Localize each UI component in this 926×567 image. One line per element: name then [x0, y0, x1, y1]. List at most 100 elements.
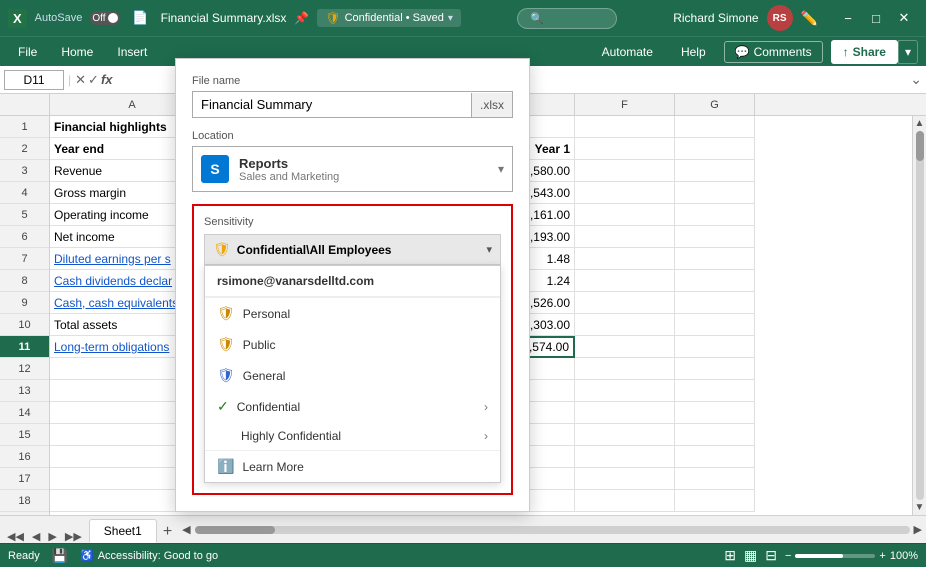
sheet-nav-prev[interactable]: ◀ — [29, 530, 43, 543]
row-num-7[interactable]: 7 — [0, 248, 49, 270]
formula-fx-icon[interactable]: fx — [101, 72, 113, 88]
row-num-3[interactable]: 3 — [0, 160, 49, 182]
cell-g10[interactable] — [675, 314, 755, 336]
cell-g15[interactable] — [675, 424, 755, 446]
row-num-6[interactable]: 6 — [0, 226, 49, 248]
zoom-slider[interactable] — [795, 554, 875, 558]
col-header-g[interactable]: G — [675, 94, 755, 116]
close-button[interactable]: ✕ — [890, 4, 918, 32]
row-num-9[interactable]: 9 — [0, 292, 49, 314]
cell-g6[interactable] — [675, 226, 755, 248]
cell-f5[interactable] — [575, 204, 675, 226]
cell-g11[interactable] — [675, 336, 755, 358]
cell-f13[interactable] — [575, 380, 675, 402]
menu-home[interactable]: Home — [51, 42, 103, 62]
edit-icon[interactable]: ✏️ — [801, 10, 818, 27]
sensitivity-option-highly-confidential[interactable]: Highly Confidential › — [205, 422, 500, 450]
menu-help[interactable]: Help — [671, 42, 716, 62]
row-num-4[interactable]: 4 — [0, 182, 49, 204]
learn-more-option[interactable]: ℹ️ Learn More — [205, 451, 500, 482]
cell-f18[interactable] — [575, 490, 675, 512]
menu-file[interactable]: File — [8, 42, 47, 62]
scroll-right-button[interactable]: ▶ — [914, 523, 922, 536]
sensitivity-option-public[interactable]: 🛡 Public — [205, 329, 500, 360]
sensitivity-option-confidential[interactable]: ✓ Confidential › — [205, 391, 500, 422]
cell-f1[interactable] — [575, 116, 675, 138]
user-avatar[interactable]: RS — [767, 5, 793, 31]
minimize-button[interactable]: − — [834, 4, 862, 32]
row-num-13[interactable]: 13 — [0, 380, 49, 402]
add-sheet-button[interactable]: + — [157, 521, 178, 543]
cell-g14[interactable] — [675, 402, 755, 424]
cell-g4[interactable] — [675, 182, 755, 204]
location-selector[interactable]: S Reports Sales and Marketing ▾ — [192, 146, 513, 192]
cell-g17[interactable] — [675, 468, 755, 490]
page-layout-icon[interactable]: ▦ — [744, 547, 757, 564]
search-box[interactable]: 🔍 — [517, 8, 617, 29]
autosave-toggle[interactable]: Off — [90, 11, 120, 25]
cell-g1[interactable] — [675, 116, 755, 138]
cell-g18[interactable] — [675, 490, 755, 512]
save-icon[interactable]: 💾 — [52, 548, 68, 564]
confidential-badge[interactable]: 🛡 Confidential • Saved ▾ — [317, 9, 461, 27]
normal-view-icon[interactable]: ⊞ — [724, 547, 736, 564]
cell-f15[interactable] — [575, 424, 675, 446]
formula-x-icon[interactable]: ✕ — [75, 72, 86, 88]
cell-g7[interactable] — [675, 248, 755, 270]
sheet-nav-last[interactable]: ▶▶ — [62, 530, 85, 543]
menu-insert[interactable]: Insert — [107, 42, 157, 62]
cell-f6[interactable] — [575, 226, 675, 248]
sheet-tab-sheet1[interactable]: Sheet1 — [89, 519, 157, 543]
sensitivity-option-general[interactable]: 🛡 General — [205, 360, 500, 391]
menu-automate[interactable]: Automate — [592, 42, 663, 62]
h-scroll-track[interactable] — [195, 526, 910, 534]
scroll-down-button[interactable]: ▼ — [915, 502, 925, 513]
cell-f2[interactable] — [575, 138, 675, 160]
row-num-5[interactable]: 5 — [0, 204, 49, 226]
cell-g9[interactable] — [675, 292, 755, 314]
cell-g12[interactable] — [675, 358, 755, 380]
cell-g2[interactable] — [675, 138, 755, 160]
formula-check-icon[interactable]: ✓ — [88, 72, 99, 88]
cell-g3[interactable] — [675, 160, 755, 182]
save-history-icon[interactable]: 📄 — [132, 10, 148, 26]
scroll-left-button[interactable]: ◀ — [182, 523, 190, 536]
cell-reference[interactable]: D11 — [4, 70, 64, 90]
row-num-8[interactable]: 8 — [0, 270, 49, 292]
filename-input[interactable] — [193, 92, 471, 117]
cell-g5[interactable] — [675, 204, 755, 226]
row-num-12[interactable]: 12 — [0, 358, 49, 380]
cell-g13[interactable] — [675, 380, 755, 402]
sheet-nav-first[interactable]: ◀◀ — [4, 530, 27, 543]
cell-f12[interactable] — [575, 358, 675, 380]
row-num-10[interactable]: 10 — [0, 314, 49, 336]
row-num-14[interactable]: 14 — [0, 402, 49, 424]
cell-f17[interactable] — [575, 468, 675, 490]
accessibility-status[interactable]: ♿ Accessibility: Good to go — [80, 549, 218, 562]
row-num-16[interactable]: 16 — [0, 446, 49, 468]
vertical-scrollbar[interactable]: ▲ ▼ — [912, 116, 926, 515]
page-break-icon[interactable]: ⊟ — [765, 547, 777, 564]
zoom-in-button[interactable]: + — [879, 550, 885, 562]
sheet-nav-next[interactable]: ▶ — [45, 530, 59, 543]
cell-f10[interactable] — [575, 314, 675, 336]
share-button[interactable]: ↑ Share — [831, 40, 898, 64]
comments-button[interactable]: 💬 Comments — [724, 41, 823, 63]
sensitivity-dropdown[interactable]: 🛡 Confidential\All Employees ▾ — [204, 234, 501, 265]
cell-f7[interactable] — [575, 248, 675, 270]
scroll-up-button[interactable]: ▲ — [915, 118, 925, 129]
row-num-11[interactable]: 11 — [0, 336, 49, 358]
cell-g16[interactable] — [675, 446, 755, 468]
sensitivity-option-personal[interactable]: 🛡 Personal — [205, 298, 500, 329]
row-num-15[interactable]: 15 — [0, 424, 49, 446]
col-header-f[interactable]: F — [575, 94, 675, 116]
cell-f16[interactable] — [575, 446, 675, 468]
row-num-1[interactable]: 1 — [0, 116, 49, 138]
formula-expand-icon[interactable]: ⌄ — [910, 71, 922, 88]
pin-icon[interactable]: 📌 — [294, 11, 309, 25]
cell-f4[interactable] — [575, 182, 675, 204]
row-num-17[interactable]: 17 — [0, 468, 49, 490]
share-dropdown[interactable]: ▾ — [898, 40, 918, 64]
row-num-2[interactable]: 2 — [0, 138, 49, 160]
cell-f3[interactable] — [575, 160, 675, 182]
